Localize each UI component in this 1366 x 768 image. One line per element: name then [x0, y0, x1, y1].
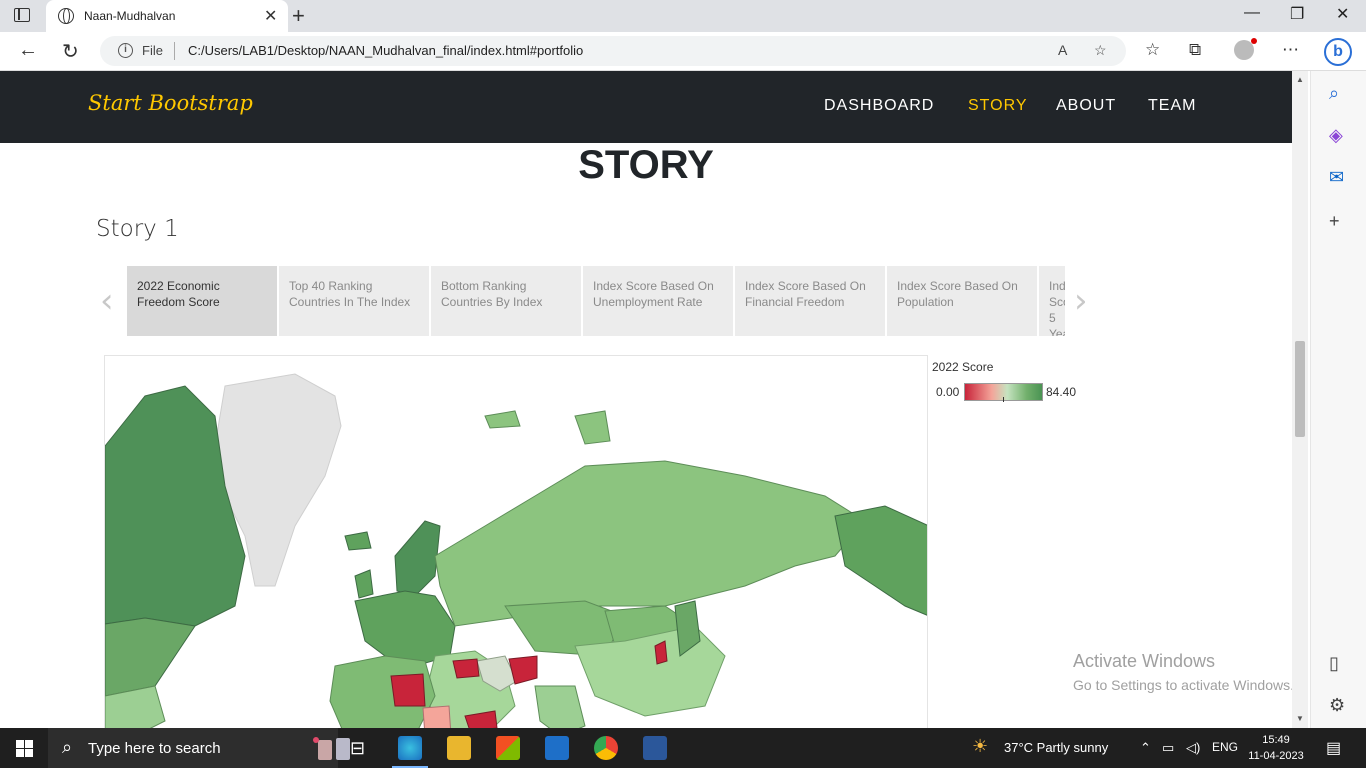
add-favorite-icon[interactable]: ☆: [1094, 42, 1107, 59]
profile-avatar[interactable]: [1234, 38, 1257, 60]
add-sidebar-icon[interactable]: +: [1329, 211, 1340, 232]
site-navbar: Start Bootstrap DASHBOARD STORY ABOUT TE…: [0, 71, 1292, 143]
scroll-up-icon[interactable]: ▲: [1296, 75, 1304, 84]
scroll-down-icon[interactable]: ▼: [1296, 714, 1304, 723]
windows-taskbar: ⌕ Type here to search ⊟ ☀ 37°C Partly su…: [0, 728, 1366, 768]
browser-tab[interactable]: Naan-Mudhalvan ✕: [46, 0, 288, 32]
close-tab-icon[interactable]: ✕: [264, 6, 277, 26]
search-icon[interactable]: ⌕: [1329, 83, 1339, 104]
taskbar-search[interactable]: ⌕ Type here to search: [48, 728, 350, 768]
network-icon[interactable]: ▭: [1162, 740, 1174, 756]
story-title: Story 1: [96, 216, 179, 242]
minimize-button[interactable]: —: [1244, 4, 1260, 22]
map-region-arctic-islands: [484, 410, 521, 429]
map-region-russia: [434, 460, 866, 627]
legend-title: 2022 Score: [932, 360, 994, 374]
system-clock[interactable]: 15:49 11-04-2023: [1246, 732, 1306, 764]
map-region-alaska: [834, 505, 927, 616]
address-input[interactable]: i File C:/Users/LAB1/Desktop/NAAN_Mudhal…: [100, 36, 1126, 66]
story-point-4[interactable]: Index Score Based On Unemployment Rate: [583, 266, 733, 336]
globe-icon: [58, 8, 74, 24]
read-aloud-icon[interactable]: A: [1058, 42, 1067, 58]
section-heading: STORY: [578, 143, 714, 187]
clock-date: 11-04-2023: [1248, 750, 1304, 762]
chrome-icon[interactable]: [594, 736, 618, 760]
legend-max-value: 84.40: [1046, 385, 1077, 399]
new-tab-button[interactable]: +: [292, 3, 305, 29]
story-point-1[interactable]: 2022 Economic Freedom Score: [127, 266, 277, 336]
info-icon[interactable]: i: [118, 43, 133, 58]
sidebar-toggle-icon[interactable]: ▯: [1329, 653, 1339, 674]
story-next-arrow-icon[interactable]: ›: [1074, 281, 1088, 321]
settings-gear-icon[interactable]: ⚙: [1329, 695, 1345, 716]
search-placeholder: Type here to search: [88, 740, 221, 757]
nav-link-team[interactable]: TEAM: [1148, 97, 1196, 115]
clock-time: 15:49: [1262, 734, 1290, 746]
restore-button[interactable]: ❐: [1290, 4, 1304, 24]
map-region-libya: [390, 673, 426, 707]
activate-windows-subtitle: Go to Settings to activate Windows.: [1073, 677, 1292, 693]
refresh-button[interactable]: ↻: [62, 39, 79, 64]
map-region-iceland: [344, 531, 372, 551]
file-label: File: [142, 43, 163, 58]
nav-link-dashboard[interactable]: DASHBOARD: [824, 97, 934, 115]
activate-windows-title: Activate Windows: [1073, 651, 1216, 671]
favorites-icon[interactable]: ☆: [1145, 40, 1160, 60]
story-point-2[interactable]: Top 40 Ranking Countries In The Index: [279, 266, 429, 336]
file-explorer-icon[interactable]: [447, 736, 471, 760]
tab-actions-icon[interactable]: [14, 8, 30, 22]
map-region-usa: [105, 617, 196, 697]
tab-title: Naan-Mudhalvan: [84, 9, 176, 23]
scrollbar-thumb[interactable]: [1295, 341, 1305, 437]
weather-text[interactable]: 37°C Partly sunny: [1004, 740, 1108, 755]
notification-icon[interactable]: ▤: [1326, 738, 1341, 758]
nav-link-about[interactable]: ABOUT: [1056, 97, 1116, 115]
copilot-icon[interactable]: ◈: [1329, 125, 1343, 146]
edge-app-icon[interactable]: [392, 736, 428, 768]
story-point-5[interactable]: Index Score Based On Financial Freedom: [735, 266, 885, 336]
show-hidden-icons[interactable]: ⌃: [1140, 740, 1151, 756]
map-region-sudan: [422, 705, 451, 728]
story-point-7[interactable]: Index Score 5 Year Rate: [1039, 266, 1065, 336]
store-icon[interactable]: [496, 736, 520, 760]
nav-link-story[interactable]: STORY: [968, 97, 1028, 115]
volume-icon[interactable]: ◁): [1186, 740, 1200, 756]
task-view-icon[interactable]: ⊟: [350, 738, 374, 762]
more-menu-icon[interactable]: ⋯: [1282, 40, 1299, 60]
mail-icon[interactable]: [545, 736, 569, 760]
map-region-svalbard: [574, 410, 611, 445]
map-region-scandinavia: [394, 520, 441, 597]
windows-start-icon[interactable]: [16, 740, 33, 757]
map-region-uk: [354, 569, 374, 599]
close-window-button[interactable]: ✕: [1336, 4, 1349, 24]
language-indicator[interactable]: ENG: [1212, 740, 1238, 754]
outlook-icon[interactable]: ✉: [1329, 167, 1344, 188]
map-canvas: [105, 373, 927, 728]
story-prev-arrow-icon[interactable]: ‹: [100, 281, 114, 321]
legend-min-value: 0.00: [936, 385, 960, 399]
browser-tab-strip: Naan-Mudhalvan ✕ + — ❐ ✕: [0, 0, 1366, 32]
map-region-europe: [354, 590, 456, 667]
page-scrollbar[interactable]: ▲ ▼: [1292, 71, 1308, 728]
world-map[interactable]: [104, 355, 928, 728]
back-button[interactable]: ←: [18, 39, 38, 62]
divider: [174, 42, 175, 60]
web-page: Start Bootstrap DASHBOARD STORY ABOUT TE…: [0, 71, 1292, 728]
brand-logo[interactable]: Start Bootstrap: [88, 91, 253, 115]
bing-chat-icon[interactable]: b: [1324, 38, 1352, 66]
legend-marker: [1003, 397, 1004, 402]
story-point-6[interactable]: Index Score Based On Population: [887, 266, 1037, 336]
address-bar-row: ← ↻ i File C:/Users/LAB1/Desktop/NAAN_Mu…: [0, 32, 1366, 71]
map-region-syria: [452, 658, 480, 679]
weather-icon[interactable]: ☀: [972, 736, 988, 757]
collections-icon[interactable]: ⧉: [1189, 40, 1201, 60]
url-text[interactable]: C:/Users/LAB1/Desktop/NAAN_Mudhalvan_fin…: [188, 43, 583, 58]
edge-sidebar: ⌕ ◈ ✉ + ▯ ⚙: [1310, 71, 1366, 728]
story-point-3[interactable]: Bottom Ranking Countries By Index: [431, 266, 581, 336]
word-icon[interactable]: [643, 736, 667, 760]
map-region-india: [534, 685, 586, 728]
search-icon: ⌕: [62, 737, 73, 757]
